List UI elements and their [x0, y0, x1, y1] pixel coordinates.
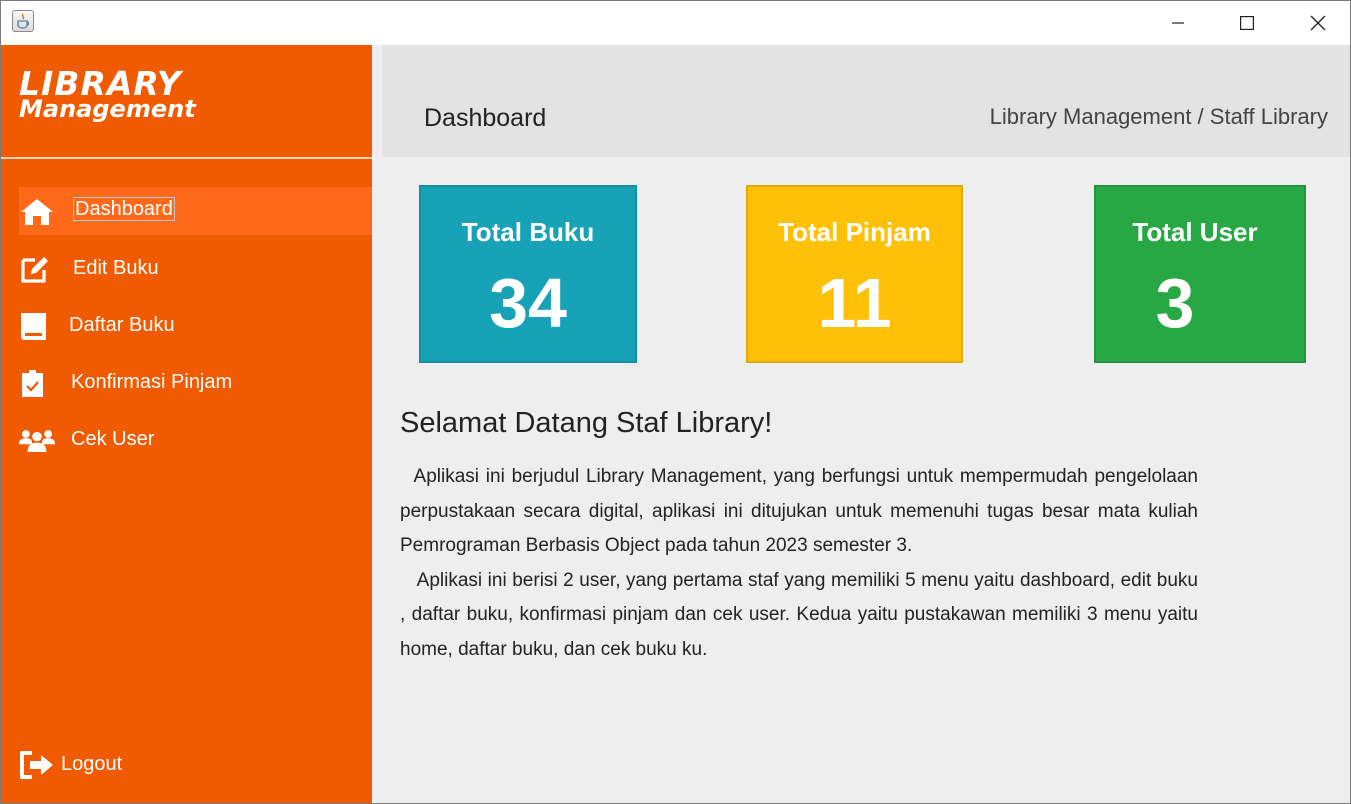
sidebar-item-label: Dashboard	[73, 197, 175, 221]
card-label: Total Buku	[461, 217, 595, 247]
card-label: Total Pinjam	[778, 217, 931, 247]
app-description: Aplikasi ini berjudul Library Management…	[400, 460, 1198, 667]
sidebar-item-edit-buku[interactable]: Edit Buku	[19, 244, 372, 292]
close-icon	[1310, 15, 1326, 31]
card-value: 3	[1155, 264, 1195, 342]
logout-icon	[20, 751, 53, 779]
edit-icon	[21, 257, 48, 283]
sidebar-item-dashboard[interactable]: Dashboard	[19, 187, 372, 235]
sidebar: LIBRARY Management Dashboard Edit Buku D…	[1, 45, 372, 803]
sidebar-item-label: Cek User	[71, 428, 155, 450]
app-window: LIBRARY Management Dashboard Edit Buku D…	[0, 0, 1351, 804]
sidebar-item-cek-user[interactable]: Cek User	[19, 415, 372, 463]
page-title: Dashboard	[424, 104, 547, 132]
page-header: Dashboard Library Management / Staff Lib…	[382, 45, 1350, 157]
logout-label: Logout	[61, 753, 123, 775]
users-icon	[19, 430, 55, 452]
title-bar[interactable]	[1, 1, 1350, 45]
sidebar-item-konfirmasi-pinjam[interactable]: Konfirmasi Pinjam	[19, 358, 372, 406]
breadcrumb: Library Management / Staff Library	[989, 104, 1328, 129]
welcome-heading: Selamat Datang Staf Library!	[400, 407, 773, 439]
description-paragraph-2: Aplikasi ini berisi 2 user, yang pertama…	[400, 569, 1198, 660]
clipboard-check-icon	[22, 370, 43, 397]
maximize-button[interactable]	[1224, 1, 1270, 45]
card-value: 11	[817, 264, 892, 342]
sidebar-item-label: Edit Buku	[73, 257, 159, 279]
home-icon	[21, 199, 53, 225]
maximize-icon	[1240, 16, 1254, 30]
book-icon	[21, 313, 46, 340]
minimize-button[interactable]	[1155, 1, 1201, 45]
card-label: Total User	[1132, 217, 1258, 247]
logo-line-management: Management	[19, 95, 196, 123]
card-value: 34	[489, 264, 567, 342]
sidebar-divider	[1, 157, 372, 159]
java-app-icon	[12, 10, 34, 32]
sidebar-item-daftar-buku[interactable]: Daftar Buku	[19, 301, 372, 349]
total-pinjam-card: Total Pinjam 11	[746, 185, 963, 363]
main-content: Dashboard Library Management / Staff Lib…	[372, 45, 1350, 803]
sidebar-item-label: Daftar Buku	[69, 314, 175, 336]
description-paragraph-1: Aplikasi ini berjudul Library Management…	[400, 466, 1198, 556]
close-button[interactable]	[1295, 1, 1341, 45]
total-user-card: Total User 3	[1094, 185, 1306, 363]
sidebar-item-label: Konfirmasi Pinjam	[71, 371, 233, 393]
total-buku-card: Total Buku 34	[419, 185, 637, 363]
minimize-icon	[1172, 22, 1184, 24]
logout-button[interactable]: Logout	[19, 740, 372, 788]
